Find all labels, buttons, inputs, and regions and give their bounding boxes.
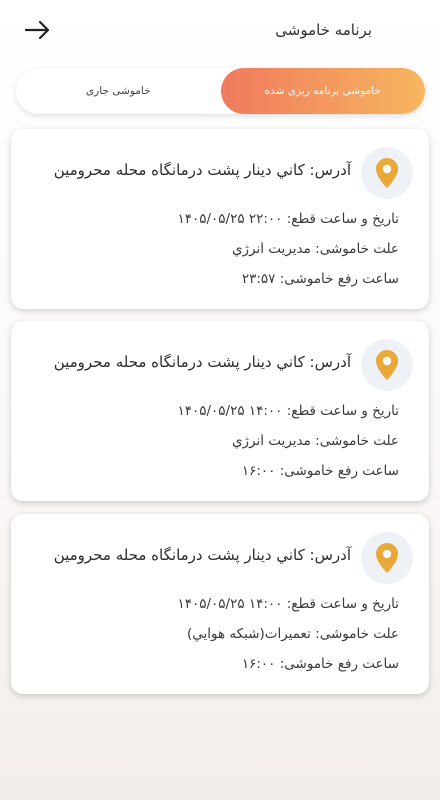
tab-current-outage[interactable]: خاموشی جاری bbox=[16, 68, 221, 114]
outage-card: آدرس: کاني دينار پشت درمانگاه محله محروم… bbox=[11, 129, 429, 309]
outage-start-line: تاریخ و ساعت قطع: ۱۴۰۵/۰۵/۲۵ ۱۴:۰۰ bbox=[21, 403, 399, 419]
outage-start-label: تاریخ و ساعت قطع: bbox=[286, 211, 399, 227]
outage-card: آدرس: کاني دينار پشت درمانگاه محله محروم… bbox=[11, 321, 429, 501]
location-pin-badge bbox=[361, 147, 413, 199]
app-header: برنامه خاموشی bbox=[0, 0, 440, 60]
outage-reason-value: مديريت انرژي bbox=[231, 433, 311, 449]
outage-address: آدرس: کاني دينار پشت درمانگاه محله محروم… bbox=[53, 353, 351, 371]
outage-reason-value: تعميرات(شبكه هوايي) bbox=[187, 626, 311, 642]
outage-end-label: ساعت رفع خاموشی: bbox=[279, 271, 399, 287]
outage-start-value: ۱۴۰۵/۰۵/۲۵ ۱۴:۰۰ bbox=[177, 403, 283, 419]
outage-end-line: ساعت رفع خاموشی: ۲۳:۵۷ bbox=[21, 271, 399, 287]
outage-reason-label: علت خاموشی: bbox=[315, 433, 399, 449]
outage-reason-label: علت خاموشی: bbox=[315, 626, 399, 642]
outage-end-value: ۱۶:۰۰ bbox=[241, 463, 276, 479]
outage-reason-line: علت خاموشی: مديريت انرژي bbox=[21, 241, 399, 257]
outage-address: آدرس: کاني دينار پشت درمانگاه محله محروم… bbox=[53, 161, 351, 179]
outage-reason-value: مديريت انرژي bbox=[231, 241, 311, 257]
outage-reason-line: علت خاموشی: مديريت انرژي bbox=[21, 433, 399, 449]
outage-start-value: ۱۴۰۵/۰۵/۲۵ ۱۴:۰۰ bbox=[177, 596, 283, 612]
outage-start-label: تاریخ و ساعت قطع: bbox=[286, 596, 399, 612]
power-outage-screen: برنامه خاموشی خاموشی برنامه ریزی شده خام… bbox=[0, 0, 440, 800]
outage-end-label: ساعت رفع خاموشی: bbox=[279, 656, 399, 672]
outage-tabs: خاموشی برنامه ریزی شده خاموشی جاری bbox=[16, 68, 425, 114]
outage-address: آدرس: کاني دينار پشت درمانگاه محله محروم… bbox=[53, 546, 351, 564]
tab-scheduled-outage[interactable]: خاموشی برنامه ریزی شده bbox=[220, 68, 425, 114]
outage-end-line: ساعت رفع خاموشی: ۱۶:۰۰ bbox=[21, 656, 399, 672]
outage-start-line: تاریخ و ساعت قطع: ۱۴۰۵/۰۵/۲۵ ۱۴:۰۰ bbox=[21, 596, 399, 612]
location-pin-icon bbox=[376, 158, 398, 188]
location-pin-icon bbox=[376, 350, 398, 380]
outage-start-line: تاریخ و ساعت قطع: ۱۴۰۵/۰۵/۲۵ ۲۲:۰۰ bbox=[21, 211, 399, 227]
page-title: برنامه خاموشی bbox=[275, 21, 372, 39]
outage-end-label: ساعت رفع خاموشی: bbox=[279, 463, 399, 479]
outage-reason-line: علت خاموشی: تعميرات(شبكه هوايي) bbox=[21, 626, 399, 642]
arrow-right-icon bbox=[25, 20, 50, 40]
outage-card: آدرس: کاني دينار پشت درمانگاه محله محروم… bbox=[11, 514, 429, 694]
outage-end-line: ساعت رفع خاموشی: ۱۶:۰۰ bbox=[21, 463, 399, 479]
outage-start-label: تاریخ و ساعت قطع: bbox=[286, 403, 399, 419]
location-pin-badge bbox=[361, 339, 413, 391]
outage-end-value: ۲۳:۵۷ bbox=[241, 271, 276, 287]
location-pin-icon bbox=[376, 543, 398, 573]
outage-end-value: ۱۶:۰۰ bbox=[241, 656, 276, 672]
outage-start-value: ۱۴۰۵/۰۵/۲۵ ۲۲:۰۰ bbox=[177, 211, 283, 227]
back-button[interactable] bbox=[24, 16, 52, 44]
outage-reason-label: علت خاموشی: bbox=[315, 241, 399, 257]
location-pin-badge bbox=[361, 532, 413, 584]
